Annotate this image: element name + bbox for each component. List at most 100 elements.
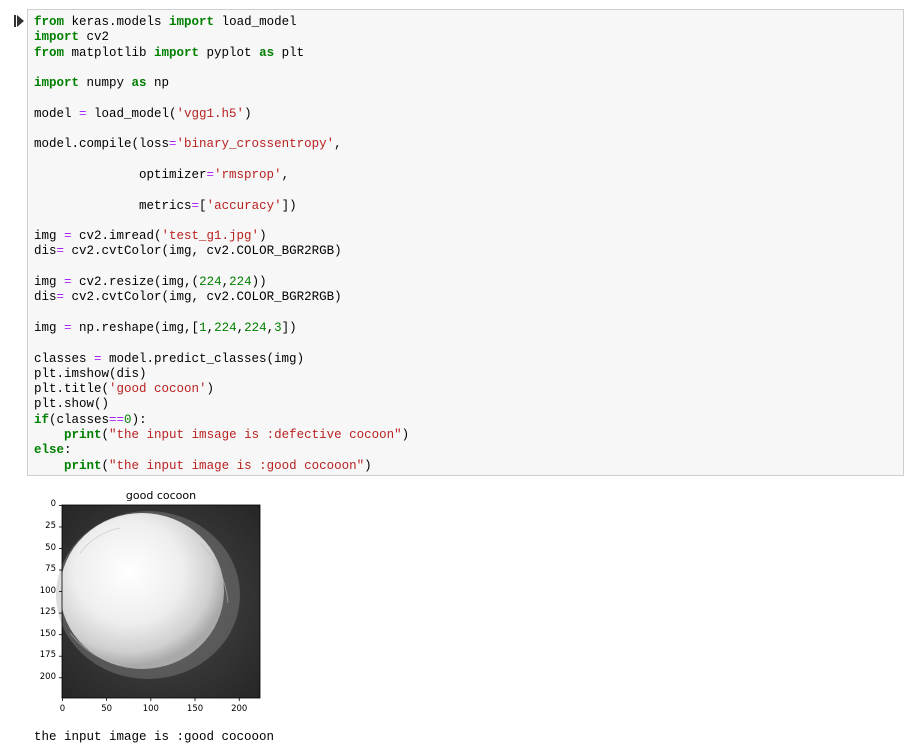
code-line: img = cv2.resize(img,(224,224)) [34, 275, 409, 290]
code-line: import numpy as np [34, 76, 409, 91]
code-token: 'vgg1.h5' [176, 106, 245, 121]
y-tick-label: 100 [39, 585, 56, 596]
code-token: import [34, 30, 80, 45]
output-figure: good cocoon 0 25 50 75 100 125 150 175 200 0 50 100… [0, 483, 300, 723]
code-token: 0 [124, 412, 132, 427]
code-token: cv2.cvtColor(img, cv2.COLOR_BGR2RGB) [64, 244, 342, 259]
x-tick-label: 100 [142, 704, 159, 714]
code-token: )) [251, 275, 267, 290]
code-token: dis [34, 290, 57, 305]
code-token: ) [259, 229, 267, 244]
code-line: dis= cv2.cvtColor(img, cv2.COLOR_BGR2RGB… [34, 244, 409, 259]
code-token: plt.imshow(dis) [34, 366, 147, 381]
code-token: from [34, 45, 65, 60]
code-token: 224 [199, 275, 222, 290]
code-token: plt.title( [34, 382, 110, 397]
code-token: = [191, 198, 200, 213]
y-tick-label: 50 [45, 542, 56, 553]
code-token: model.predict_classes(img) [101, 351, 305, 366]
code-token: np [146, 76, 170, 91]
code-token: img [34, 229, 65, 244]
code-token: : [64, 443, 72, 458]
code-token: metrics [34, 198, 192, 213]
code-line: dis= cv2.cvtColor(img, cv2.COLOR_BGR2RGB… [34, 290, 409, 305]
code-token: ]) [281, 198, 297, 213]
code-token: "the input image is :good cocooon" [109, 458, 365, 473]
code-token: ]) [281, 320, 297, 335]
code-line: img = cv2.imread('test_g1.jpg') [34, 229, 409, 244]
code-token: keras.models [64, 15, 170, 29]
code-token: load_model [214, 15, 297, 29]
code-token: , [206, 320, 215, 335]
code-token: (classes [49, 412, 110, 427]
code-token: as [131, 76, 147, 91]
code-line: model = load_model('vgg1.h5') [34, 107, 409, 122]
figure-axes [56, 504, 261, 701]
code-token: plt [274, 45, 305, 60]
code-token: 'rmsprop' [214, 167, 282, 182]
code-line: else: [34, 443, 409, 458]
run-cell-icon[interactable] [14, 15, 24, 27]
code-token: 3 [274, 320, 282, 335]
code-token: 224 [214, 320, 237, 335]
code-line: from matplotlib import pyplot as plt [34, 46, 409, 61]
code-token: 'test_g1.jpg' [161, 229, 260, 244]
code-token: = [169, 137, 177, 152]
y-tick-label: 0 [50, 499, 56, 510]
code-token: 'good cocoon' [109, 382, 207, 397]
code-token: pyplot [199, 45, 260, 60]
code-token: = [94, 351, 102, 366]
code-token: "the input imsage is :defective cocoon" [109, 428, 402, 443]
code-token: [ [199, 198, 207, 213]
code-line: plt.imshow(dis) [34, 367, 409, 382]
code-token: cv2.cvtColor(img, cv2.COLOR_BGR2RGB) [64, 290, 342, 305]
cocoon-image [56, 505, 260, 698]
x-tick-label: 50 [101, 704, 113, 714]
y-tick-label: 125 [39, 607, 56, 618]
code-token: ) [401, 428, 410, 443]
code-token: ( [101, 458, 110, 473]
code-token: 224 [244, 320, 267, 335]
code-token: = [64, 275, 72, 290]
code-token: = [64, 229, 72, 244]
code-token: , [334, 137, 342, 152]
code-token: optimizer [34, 167, 207, 182]
code-token: numpy [79, 76, 132, 91]
code-line: import cv2 [34, 30, 409, 45]
code-line: classes = model.predict_classes(img) [34, 352, 409, 367]
code-line: print("the input imsage is :defective co… [34, 428, 409, 443]
code-token: = [79, 106, 87, 121]
x-tick-label: 150 [186, 704, 204, 714]
code-cell[interactable]: from keras.models import load_model impor… [27, 9, 904, 476]
code-token: 1 [199, 320, 207, 335]
code-editor[interactable]: from keras.models import load_model impor… [34, 15, 409, 474]
code-token: = [56, 290, 65, 305]
code-line: model.compile(loss='binary_crossentropy'… [34, 137, 409, 152]
code-token: 'binary_crossentropy' [176, 137, 335, 152]
code-line: if(classes==0): [34, 413, 409, 428]
y-axis-ticks [59, 505, 62, 679]
code-line: optimizer='rmsprop', [34, 168, 409, 183]
code-token: import [169, 15, 215, 29]
code-token: dis [34, 244, 57, 259]
x-axis-ticks [62, 698, 240, 701]
code-token: img [34, 275, 65, 290]
code-token: import [34, 76, 80, 91]
code-token: 'accuracy' [206, 198, 282, 213]
code-token: cv2 [79, 30, 110, 45]
y-tick-label: 150 [39, 628, 56, 639]
code-token: ): [131, 412, 147, 427]
code-token: img [34, 320, 65, 335]
code-line: metrics=['accuracy']) [34, 199, 409, 214]
code-line: plt.show() [34, 397, 409, 412]
y-tick-label: 25 [45, 520, 56, 531]
code-token: else [34, 443, 65, 458]
